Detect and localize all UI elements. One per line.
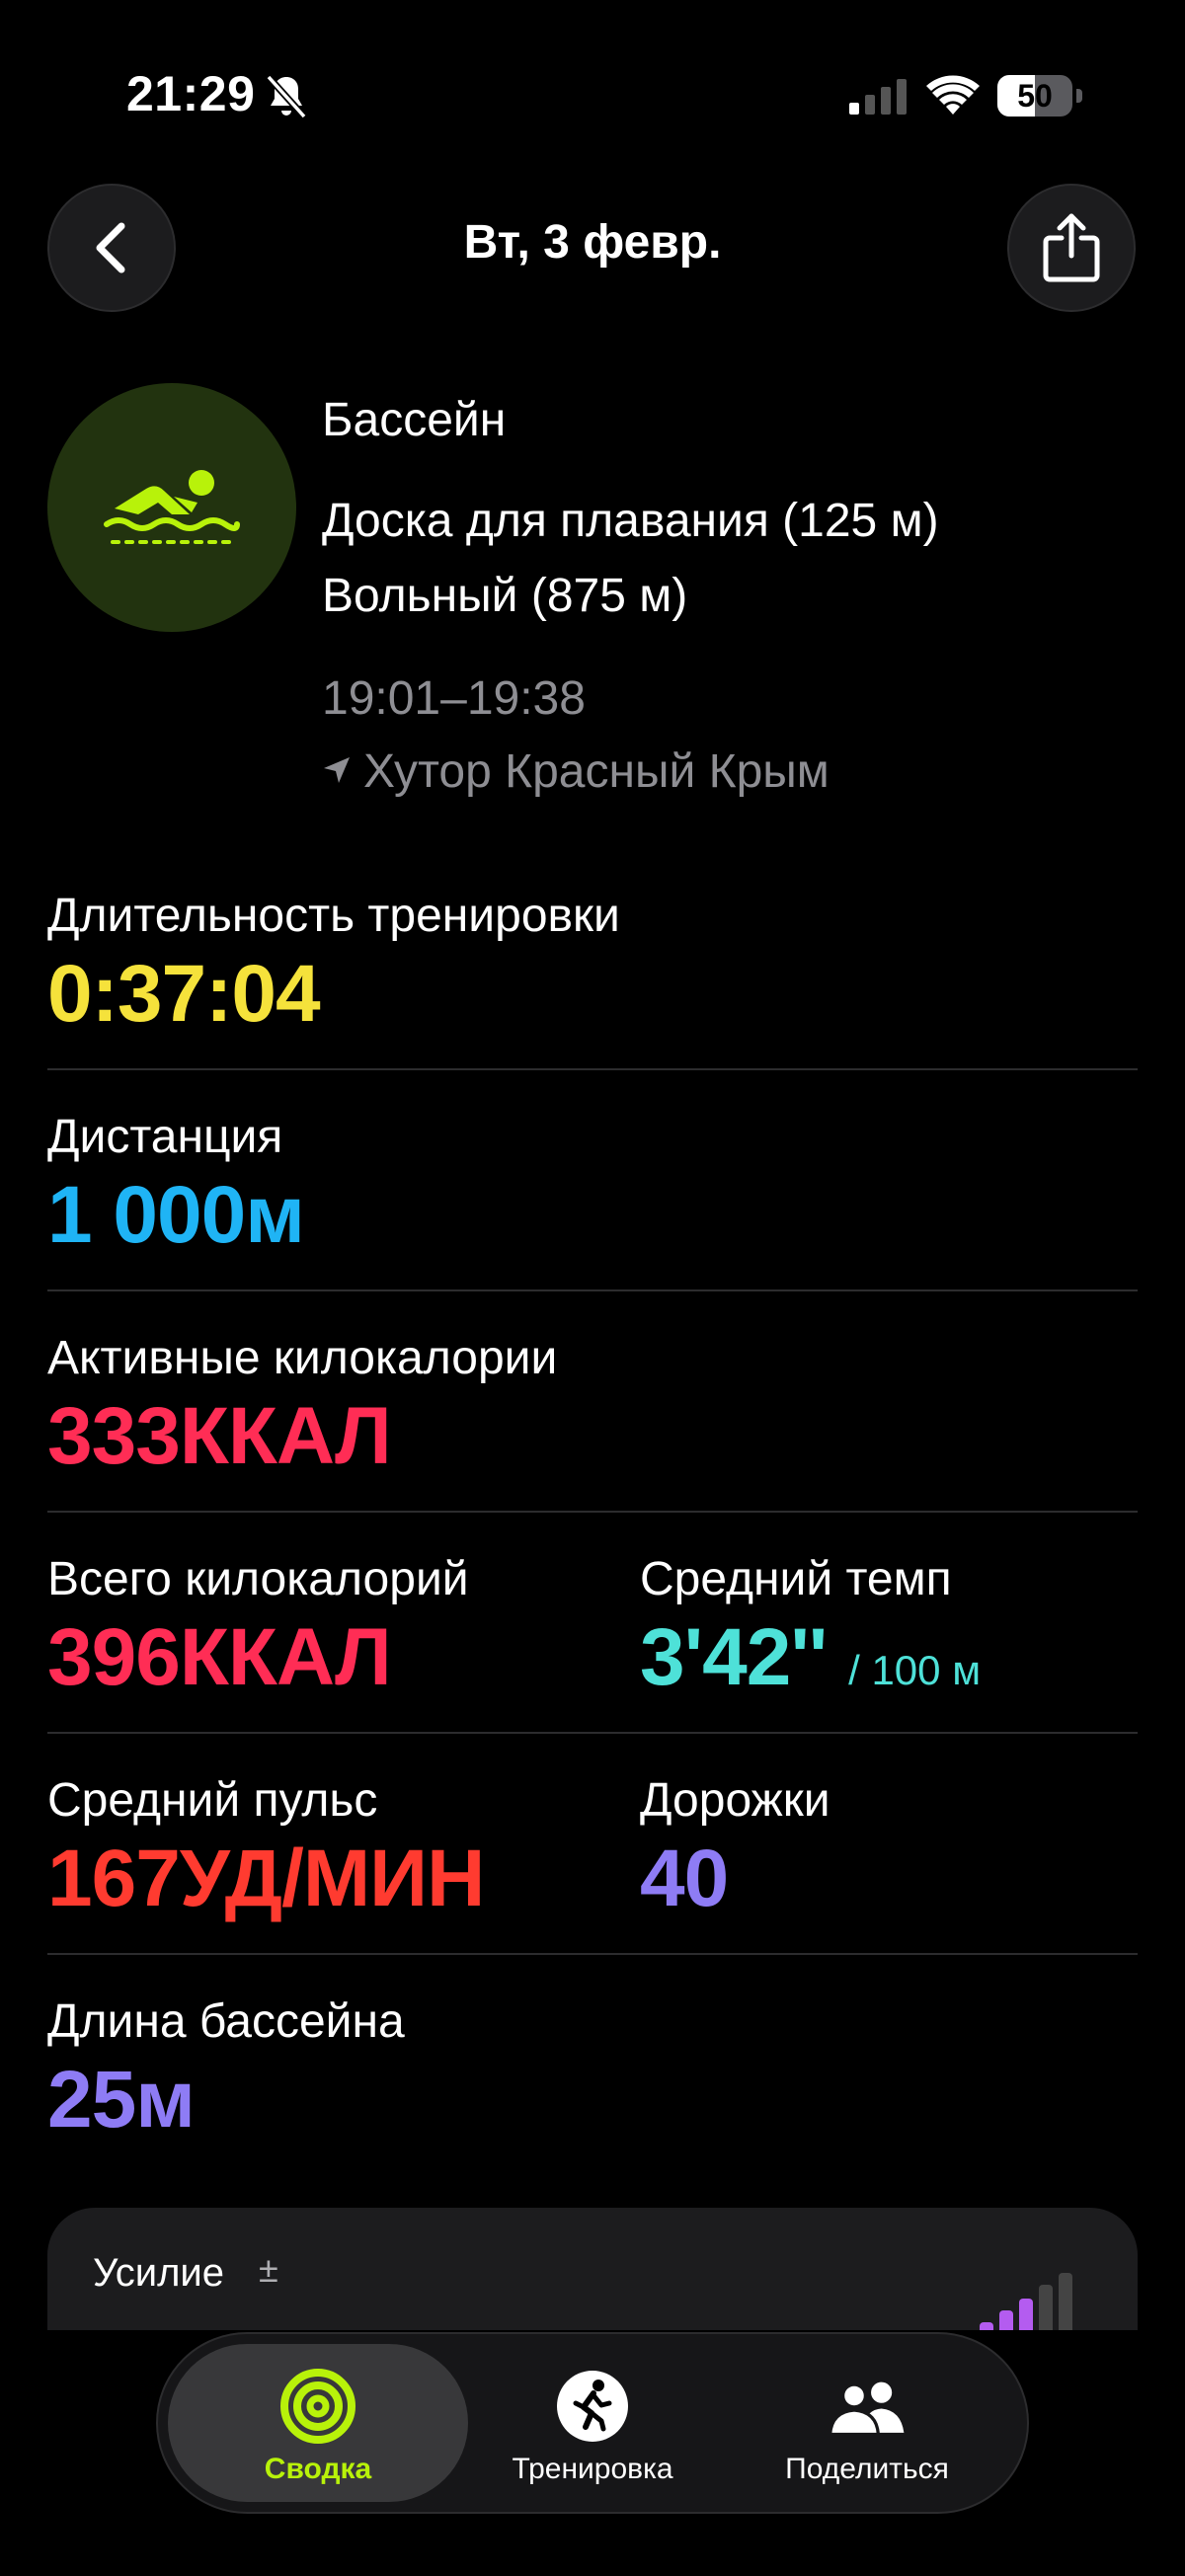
tab-summary[interactable]: Сводка [175,2350,461,2498]
divider [47,1953,1138,1955]
workout-location: Хутор Красный Крым [363,745,830,798]
people-icon [829,2381,905,2437]
status-time: 21:29 [126,66,256,121]
avg-pace-unit: / 100 м [848,1647,982,1693]
chevron-left-icon [96,222,125,273]
workout-type-badge [47,383,296,632]
avg-pace-number: 3'42'' [640,1612,828,1702]
running-figure-icon [557,2371,628,2442]
share-button[interactable] [1007,184,1136,312]
active-kcal-value: 333ККАЛ [47,1391,392,1481]
cellular-signal-icon [849,79,907,115]
distance-label: Дистанция [47,1111,283,1163]
tab-label: Поделиться [785,2453,949,2485]
share-icon [1043,213,1100,282]
tab-label: Сводка [264,2453,372,2485]
battery-icon: 50 [997,75,1082,117]
tab-share[interactable]: Поделиться [724,2350,1010,2498]
page-title: Вт, 3 февр. [463,216,722,269]
workout-segment: Доска для плавания (125 м) [322,495,939,547]
lanes-label: Дорожки [640,1774,830,1827]
pool-length-value: 25м [47,2055,196,2145]
avg-hr-value: 167УД/МИН [47,1834,485,1923]
location-arrow-icon [324,757,350,783]
workout-time-range: 19:01–19:38 [322,672,586,725]
divider [47,1511,1138,1513]
divider [47,1068,1138,1070]
status-bar: 21:29 50 [0,0,1185,188]
avg-pace-label: Средний темп [640,1553,952,1605]
distance-value: 1 000м [47,1170,305,1260]
total-kcal-label: Всего килокалорий [47,1553,469,1605]
duration-value: 0:37:04 [47,949,321,1039]
swimming-icon [104,470,240,544]
workout-type: Бассейн [322,394,507,446]
duration-label: Длительность тренировки [47,890,620,942]
battery-level: 50 [1017,78,1053,114]
avg-hr-label: Средний пульс [47,1774,378,1827]
back-button[interactable] [47,184,176,312]
tab-workout[interactable]: Тренировка [449,2350,736,2498]
avg-pace-value: 3'42'' / 100 м [640,1611,981,1704]
pool-length-label: Длина бассейна [47,1995,405,2048]
workout-segment: Вольный (875 м) [322,570,688,622]
wifi-icon [926,75,980,115]
activity-rings-icon [280,2369,356,2444]
effort-label: Усилие [93,2251,225,2295]
divider [47,1289,1138,1291]
tab-label: Тренировка [512,2453,673,2485]
lanes-value: 40 [640,1834,729,1923]
divider [47,1732,1138,1734]
active-kcal-label: Активные килокалории [47,1332,558,1384]
effort-adjust-symbol: ± [259,2249,278,2290]
bell-slash-icon [266,74,307,119]
total-kcal-value: 396ККАЛ [47,1612,392,1702]
